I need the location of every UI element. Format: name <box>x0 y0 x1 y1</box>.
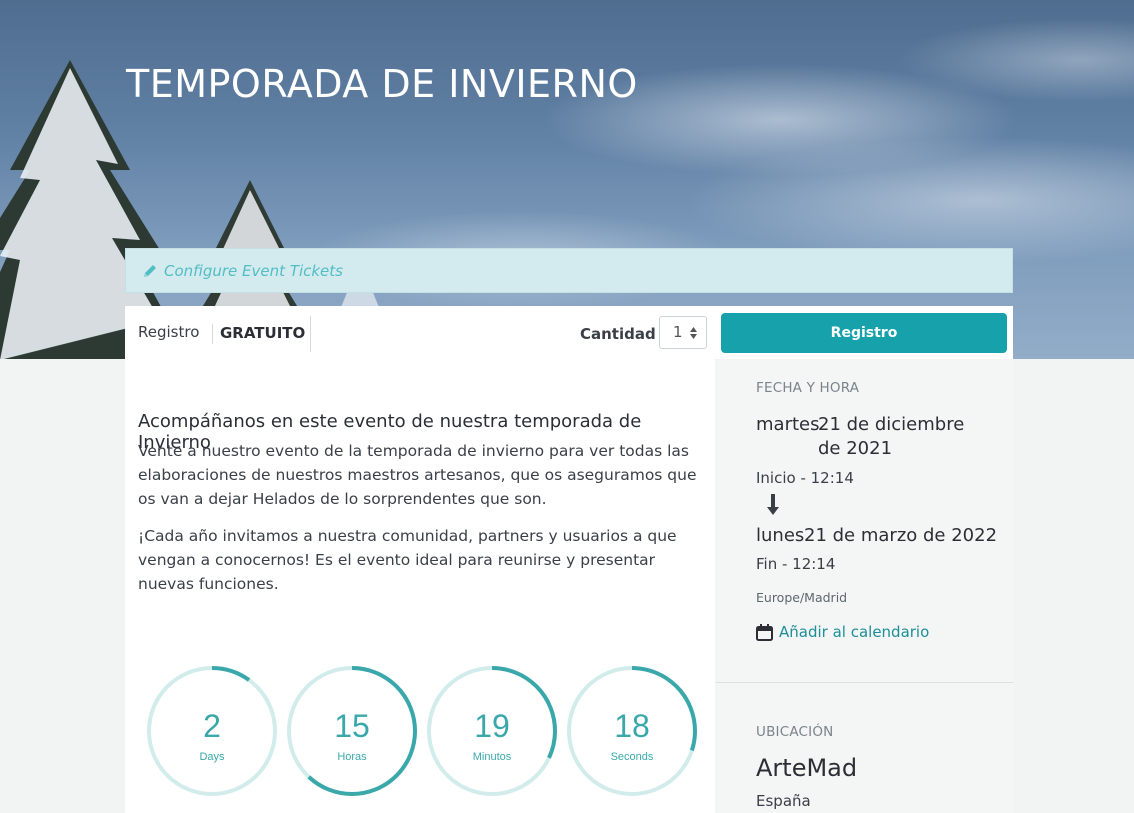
calendar-icon <box>756 623 773 641</box>
divider <box>310 316 311 352</box>
select-arrows-icon <box>690 327 697 339</box>
countdown-timer: 2 Days 15 Horas 19 Minutos 18 Seconds <box>145 664 705 798</box>
countdown-unit: Horas <box>337 751 367 763</box>
start-date: 21 de diciembre <box>818 414 965 435</box>
countdown-unit: Seconds <box>610 751 654 763</box>
register-button[interactable]: Registro <box>721 313 1007 353</box>
countdown-seconds: 18 Seconds <box>565 664 699 798</box>
quantity-select[interactable]: 1 <box>659 316 707 349</box>
ticket-row: Registro GRATUITO Cantidad 1 Registro <box>125 306 1013 359</box>
start-day: martes <box>756 414 820 435</box>
event-info-sidebar: FECHA Y HORA martes 21 de diciembre de 2… <box>716 359 1013 813</box>
event-title: TEMPORADA DE INVIERNO <box>126 62 638 106</box>
countdown-value: 15 <box>334 708 370 744</box>
ticket-price: GRATUITO <box>220 324 306 342</box>
configure-tickets-bar[interactable]: Configure Event Tickets <box>125 248 1013 293</box>
end-time: Fin - 12:14 <box>756 555 836 573</box>
add-to-calendar-link[interactable]: Añadir al calendario <box>756 623 929 641</box>
countdown-unit: Minutos <box>472 751 512 763</box>
arrow-down-icon <box>767 494 779 515</box>
description-paragraph: Vente a nuestro evento de la temporada d… <box>138 442 697 508</box>
date-time-label: FECHA Y HORA <box>756 380 860 396</box>
countdown-unit: Days <box>199 751 225 763</box>
pencil-icon <box>144 264 156 277</box>
countdown-minutes: 19 Minutos <box>425 664 559 798</box>
quantity-label: Cantidad <box>580 325 656 343</box>
countdown-days: 2 Days <box>145 664 279 798</box>
configure-tickets-link[interactable]: Configure Event Tickets <box>164 262 343 280</box>
divider <box>212 324 213 344</box>
countdown-value: 2 <box>203 708 221 744</box>
countdown-value: 19 <box>474 708 510 744</box>
start-date-year: de 2021 <box>818 438 893 459</box>
description-paragraph: ¡Cada año invitamos a nuestra comunidad,… <box>138 527 677 593</box>
end-date: 21 de marzo de 2022 <box>804 525 998 546</box>
quantity-value: 1 <box>673 323 683 341</box>
ticket-name: Registro <box>138 323 200 341</box>
add-to-calendar-text[interactable]: Añadir al calendario <box>779 623 929 641</box>
event-description-card: Acompáñanos en este evento de nuestra te… <box>125 359 715 813</box>
start-time: Inicio - 12:14 <box>756 469 854 487</box>
countdown-hours: 15 Horas <box>285 664 419 798</box>
venue-country: España <box>756 792 811 810</box>
divider <box>716 682 1013 683</box>
end-day: lunes <box>756 525 805 546</box>
countdown-value: 18 <box>614 708 650 744</box>
venue-name: ArteMad <box>756 754 858 782</box>
location-label: UBICACIÓN <box>756 724 834 740</box>
timezone: Europe/Madrid <box>756 590 848 605</box>
